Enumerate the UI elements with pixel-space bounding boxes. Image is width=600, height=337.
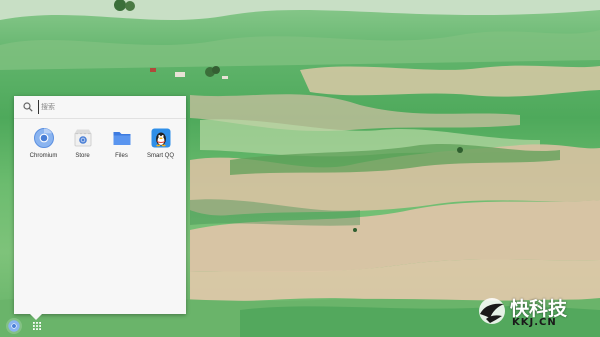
app-label: Chromium — [29, 153, 58, 159]
grid-icon — [33, 322, 41, 330]
shelf-app-list-button[interactable] — [30, 319, 44, 333]
app-files[interactable]: Files — [102, 128, 141, 159]
app-grid: Chromium Store Files Smart QQ — [24, 128, 180, 159]
app-label: Files — [115, 153, 128, 159]
kkj-logo-icon — [479, 298, 505, 324]
app-smart-qq[interactable]: Smart QQ — [141, 128, 180, 159]
app-store[interactable]: Store — [63, 128, 102, 159]
app-launcher-panel: Chromium Store Files — [14, 96, 186, 320]
folder-icon — [113, 132, 130, 145]
launcher-search-bar — [14, 96, 186, 119]
launcher-search-input[interactable] — [38, 100, 181, 114]
app-label: Smart QQ — [146, 153, 174, 159]
site-watermark: 快科技 KKJ.CN — [476, 294, 586, 332]
app-chromium[interactable]: Chromium — [24, 128, 63, 159]
qq-penguin-icon — [151, 128, 170, 148]
search-icon — [23, 102, 33, 112]
watermark-subtitle: KKJ.CN — [512, 317, 557, 328]
chromium-icon — [8, 320, 20, 332]
chromium-icon — [33, 128, 54, 148]
shelf-launcher-button[interactable] — [6, 318, 22, 334]
store-icon — [74, 129, 91, 147]
app-label: Store — [75, 153, 90, 159]
